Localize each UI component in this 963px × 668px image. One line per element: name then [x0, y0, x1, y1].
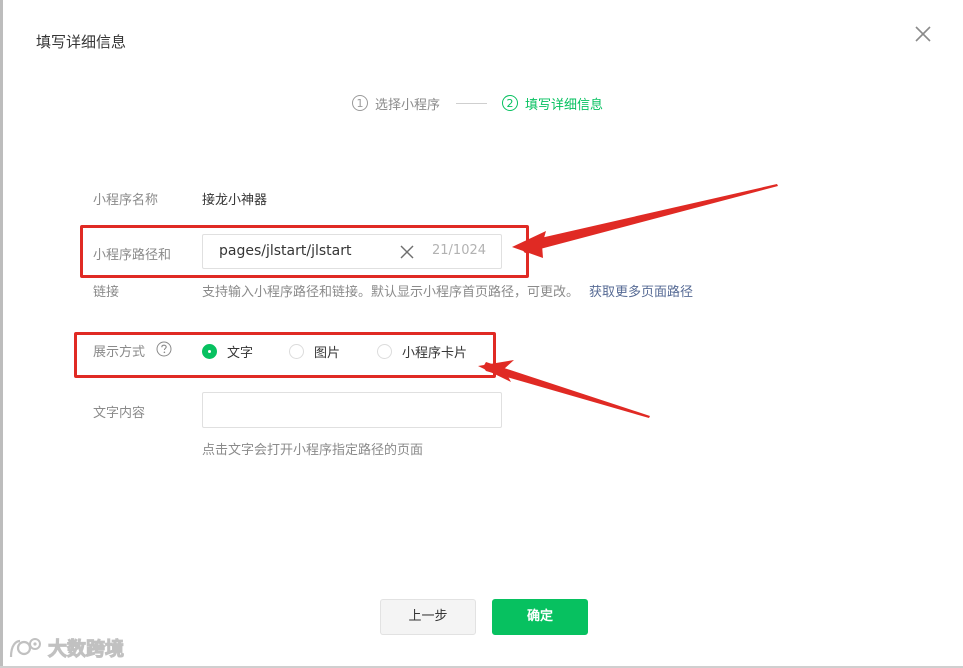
- step-select-miniprogram: 1 选择小程序: [352, 94, 440, 113]
- step-label: 填写详细信息: [525, 97, 604, 113]
- previous-step-button[interactable]: 上一步: [380, 599, 476, 635]
- step-fill-details: 2 填写详细信息: [502, 94, 603, 113]
- window-left-edge: [0, 0, 3, 668]
- arrow-to-display-shaft: [483, 362, 650, 418]
- path-label-continued: 链接: [93, 285, 120, 300]
- annotation-box-display: [74, 332, 496, 378]
- path-hint-text: 支持输入小程序路径和链接。默认显示小程序首页路径，可更改。: [202, 285, 580, 300]
- step-number: 2: [502, 95, 519, 111]
- watermark-logo-icon: [9, 637, 41, 657]
- watermark: 大数跨境: [8, 634, 125, 661]
- miniprogram-name-label: 小程序名称: [93, 193, 159, 208]
- text-content-hint: 点击文字会打开小程序指定路径的页面: [202, 443, 424, 458]
- step-number: 1: [352, 95, 368, 111]
- dialog: 填写详细信息 1 选择小程序 2 填写详细信息 小程序名称 接龙小神器 小程序路…: [0, 0, 963, 668]
- step-label: 选择小程序: [375, 97, 441, 113]
- text-content-input[interactable]: [202, 392, 502, 428]
- close-button[interactable]: [912, 23, 934, 45]
- step-indicator: 1 选择小程序 2 填写详细信息: [352, 93, 603, 113]
- dialog-title: 填写详细信息: [36, 33, 127, 51]
- annotation-box-path: [80, 225, 529, 278]
- close-icon: [915, 26, 931, 42]
- miniprogram-name-value: 接龙小神器: [202, 193, 268, 208]
- arrow-to-path-shaft: [520, 184, 778, 253]
- confirm-button[interactable]: 确定: [492, 599, 588, 635]
- path-hint: 支持输入小程序路径和链接。默认显示小程序首页路径，可更改。 获取更多页面路径: [202, 281, 693, 300]
- watermark-text: 大数跨境: [47, 638, 125, 661]
- get-more-paths-link[interactable]: 获取更多页面路径: [589, 285, 693, 300]
- text-content-label: 文字内容: [93, 406, 146, 421]
- step-connector: [456, 102, 488, 104]
